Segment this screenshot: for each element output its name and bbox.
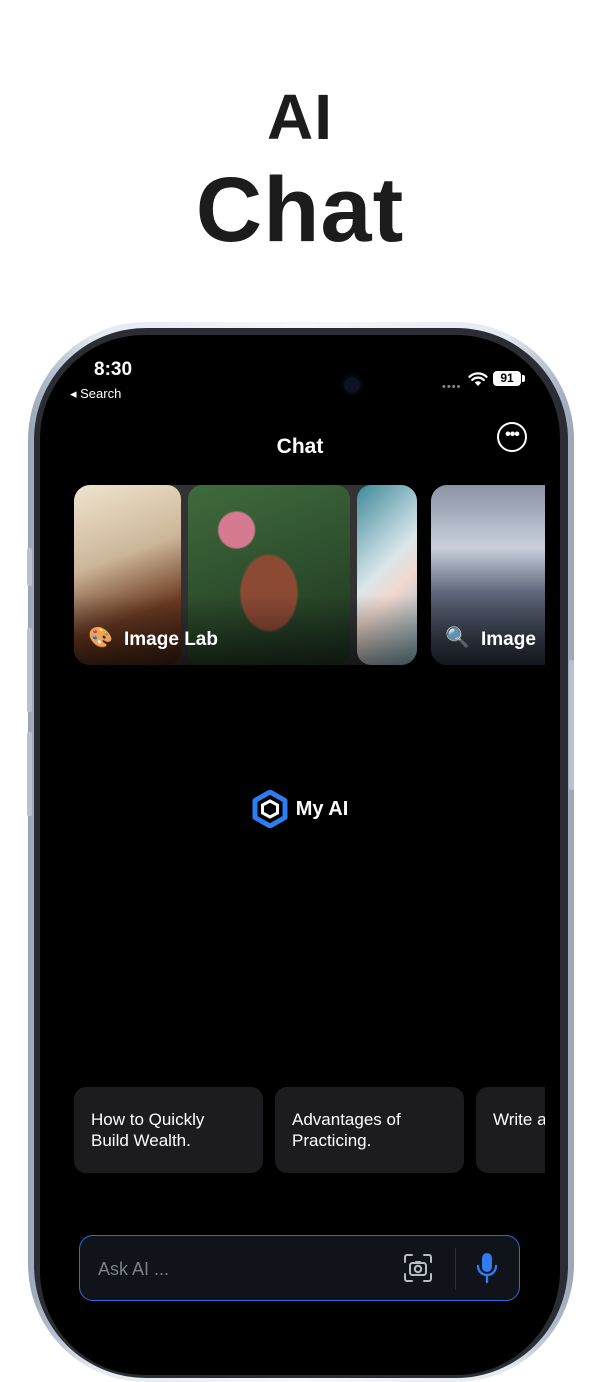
page-title: Chat	[276, 435, 324, 458]
battery-indicator: 91	[493, 371, 521, 386]
promo-title-line2: Chat	[195, 159, 405, 261]
suggestion-chip[interactable]: Advantages of Practicing.	[275, 1087, 464, 1173]
card-image[interactable]: 🔍 Image	[431, 485, 545, 665]
phone-side-button	[569, 660, 574, 790]
suggestion-chip[interactable]: How to Quickly Build Wealth.	[74, 1087, 263, 1173]
back-to-search-link[interactable]: ◂ Search	[70, 386, 121, 402]
more-options-button[interactable]: •••	[497, 422, 527, 452]
hexagon-logo-icon	[252, 790, 288, 828]
front-camera	[344, 377, 360, 393]
card-label: Image	[481, 629, 536, 650]
ellipsis-circle-icon: •••	[505, 426, 520, 443]
palette-icon: 🎨	[88, 627, 113, 649]
my-ai-branding: My AI	[40, 790, 560, 828]
phone-side-button	[27, 628, 32, 712]
feature-cards[interactable]: 🎨 Image Lab 🔍 Image	[74, 485, 545, 665]
image-search-icon: 🔍	[445, 627, 470, 649]
cellular-signal-icon: ••••	[442, 381, 462, 393]
wifi-icon	[468, 372, 488, 386]
input-divider	[455, 1248, 456, 1290]
promo-title-line1: AI	[267, 81, 333, 153]
microphone-icon[interactable]	[474, 1251, 500, 1285]
ask-ai-bar	[79, 1235, 520, 1301]
phone-side-button	[27, 548, 32, 586]
battery-cap	[522, 375, 525, 382]
card-image-lab[interactable]: 🎨 Image Lab	[74, 485, 417, 665]
ask-ai-input[interactable]	[96, 1256, 390, 1282]
suggestion-chip[interactable]: Write a Resignation	[476, 1087, 545, 1173]
card-label: Image Lab	[124, 629, 218, 650]
phone-side-button	[27, 732, 32, 816]
status-time: 8:30	[94, 359, 133, 380]
my-ai-label: My AI	[295, 797, 349, 820]
phone-screen: 8:30 ◂ Search •••• 91 Chat ••• 🎨 Image L…	[40, 335, 560, 1375]
camera-scan-icon[interactable]	[402, 1252, 434, 1284]
suggestion-chips[interactable]: How to Quickly Build Wealth. Advantages …	[74, 1087, 545, 1173]
